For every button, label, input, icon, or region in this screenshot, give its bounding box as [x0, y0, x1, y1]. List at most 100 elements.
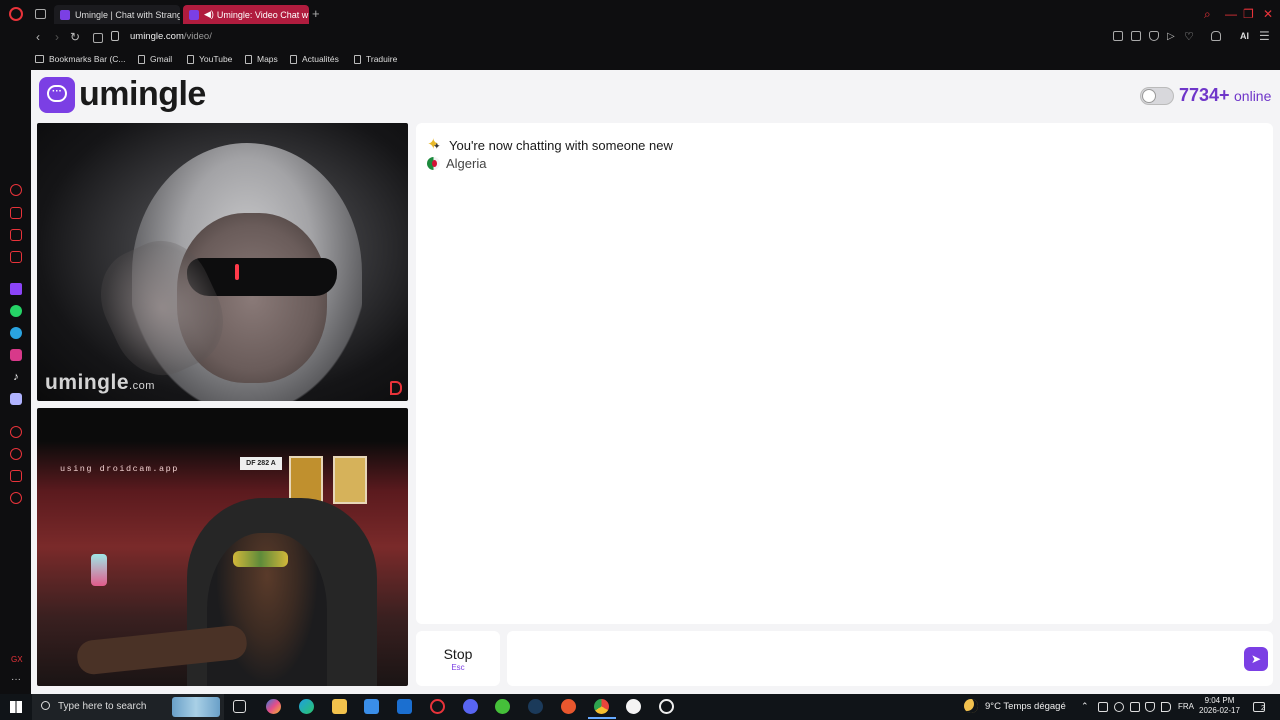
tab-title: Umingle | Chat with Strang [75, 9, 180, 20]
extensions-sidebar-icon[interactable] [10, 470, 22, 482]
language-indicator[interactable]: FRA [1178, 702, 1194, 711]
telegram-icon[interactable] [10, 327, 22, 339]
store-icon[interactable] [364, 699, 379, 714]
aria-ai-button[interactable]: AI [1240, 31, 1249, 41]
send-button[interactable]: ➤ [1244, 647, 1268, 671]
active-app-indicator [588, 717, 616, 719]
search-highlight-image [172, 697, 220, 717]
gx-icon[interactable] [10, 251, 22, 263]
bookmarks-bar: Bookmarks Bar (C... Gmail YouTube Maps A… [0, 48, 1280, 70]
back-button[interactable]: ‹ [36, 30, 40, 44]
dots-icon: ··· [52, 86, 62, 97]
steam-icon[interactable] [528, 699, 543, 714]
search-tabs-icon[interactable]: ⌕ [1204, 7, 1211, 22]
tiktok-icon[interactable]: ♪ [10, 371, 22, 383]
bookmark-actualites[interactable]: Actualités [290, 54, 339, 64]
bookmark-youtube[interactable]: YouTube [187, 54, 232, 64]
page-icon [187, 54, 194, 64]
settings-gear-icon[interactable] [10, 492, 22, 504]
minimize-button[interactable]: — [1225, 7, 1237, 21]
license-plate: DF 282 A [240, 457, 282, 470]
online-counter: 7734+ online [1179, 85, 1271, 106]
opera-logo-icon[interactable] [9, 7, 23, 21]
extensions-icon[interactable] [1113, 31, 1123, 41]
workspaces-icon[interactable] [35, 9, 46, 19]
weather-text[interactable]: 9°C Temps dégagé [985, 701, 1066, 712]
speaker-icon[interactable]: ◀) [204, 9, 214, 20]
system-message: You're now chatting with someone new [427, 135, 673, 153]
report-flag-icon[interactable] [390, 381, 402, 395]
copilot-icon[interactable] [266, 699, 281, 714]
send-arrow-icon: ➤ [1250, 652, 1262, 666]
discord-taskbar-icon[interactable] [463, 699, 478, 714]
chrome-icon[interactable] [594, 699, 609, 714]
utorrent-icon[interactable] [495, 699, 510, 714]
player-sidebar-icon[interactable] [10, 426, 22, 438]
player-icon[interactable]: ▷ [1167, 31, 1175, 42]
page-icon [138, 54, 145, 64]
gx-badge-icon[interactable]: GX [11, 655, 23, 664]
vpn-shield-icon[interactable] [1149, 31, 1159, 41]
umingle-favicon-icon [189, 9, 199, 20]
workspace-icon[interactable] [10, 207, 22, 219]
stop-button[interactable]: Stop Esc [416, 631, 500, 686]
tray-cloud-icon[interactable] [1114, 702, 1124, 712]
weather-moon-icon[interactable] [964, 699, 978, 713]
more-options-icon[interactable]: ··· [11, 674, 21, 685]
stranger-video: umingle.com [37, 123, 408, 401]
file-explorer-icon[interactable] [332, 699, 347, 714]
lock-icon[interactable] [111, 31, 119, 41]
snapshot-icon[interactable] [93, 33, 103, 43]
whatsapp-icon[interactable] [10, 305, 22, 317]
taskbar-search[interactable]: Type here to search [32, 694, 224, 720]
easy-setup-icon[interactable]: ☰ [1259, 29, 1270, 43]
close-button[interactable]: ✕ [1263, 7, 1273, 21]
tab-umingle-chat[interactable]: Umingle | Chat with Strang [54, 5, 180, 24]
bookmark-maps[interactable]: Maps [245, 54, 278, 64]
toggle-knob [1142, 89, 1156, 103]
app-icon[interactable] [659, 699, 674, 714]
restore-button[interactable]: ❐ [1243, 7, 1254, 21]
wall-poster [333, 456, 367, 504]
umingle-logo-icon[interactable]: ··· [39, 77, 75, 113]
windows-start-icon[interactable] [10, 701, 22, 713]
profile-icon[interactable] [1211, 31, 1221, 41]
tray-app-icon[interactable] [1098, 702, 1108, 712]
discord-icon[interactable] [10, 393, 22, 405]
online-count: 7734+ [1179, 85, 1230, 105]
bookmark-gmail[interactable]: Gmail [138, 54, 172, 64]
self-video: DF 282 A using droidcam.app [37, 408, 408, 686]
message-input[interactable] [507, 631, 1273, 686]
glasses-shape [233, 551, 288, 567]
obs-icon[interactable] [626, 699, 641, 714]
bookmark-folder[interactable]: Bookmarks Bar (C... [35, 54, 126, 64]
task-view-icon[interactable] [233, 700, 246, 713]
video-watermark: umingle.com [45, 371, 155, 394]
theme-toggle[interactable] [1140, 87, 1174, 105]
media-app-icon[interactable] [561, 699, 576, 714]
heart-icon[interactable]: ♡ [1184, 30, 1194, 43]
volume-icon[interactable] [1161, 702, 1171, 712]
opera-taskbar-icon[interactable] [430, 699, 445, 714]
mail-icon[interactable] [397, 699, 412, 714]
url-field[interactable]: umingle.com/video/ [130, 31, 212, 42]
system-clock[interactable]: 9:04 PM 2026-02-17 [1199, 696, 1240, 716]
reload-button[interactable]: ↻ [70, 30, 80, 44]
tab-umingle-video-active[interactable]: ◀) Umingle: Video Chat w [183, 5, 309, 24]
instagram-icon[interactable] [10, 349, 22, 361]
browser-sidebar: ♪ GX ··· [0, 70, 31, 694]
history-icon[interactable] [10, 448, 22, 460]
edge-icon[interactable] [299, 699, 314, 714]
network-icon[interactable] [1145, 702, 1155, 712]
snapshot-tool-icon[interactable] [1131, 31, 1141, 41]
aria-icon[interactable] [10, 184, 22, 196]
forward-button[interactable]: › [55, 30, 59, 44]
bookmark-traduire[interactable]: Traduire [354, 54, 397, 64]
twitch-icon[interactable] [10, 283, 22, 295]
tray-overflow-icon[interactable]: ⌃ [1081, 701, 1089, 712]
search-icon [41, 701, 50, 710]
tray-app-icon[interactable] [1130, 702, 1140, 712]
logo-wordmark[interactable]: umingle [79, 75, 206, 114]
new-tab-button[interactable]: + [312, 6, 320, 21]
opera-store-icon[interactable] [10, 229, 22, 241]
